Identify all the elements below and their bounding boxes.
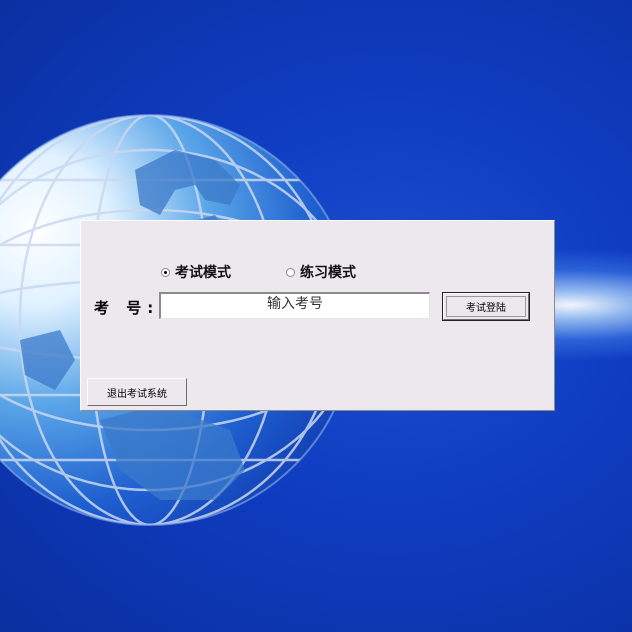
radio-unselected-icon[interactable] (286, 267, 295, 277)
exam-login-dialog: 考试模式 练习模式 考 号: 考试登陆 退出考试系统 (80, 220, 555, 411)
exam-login-button-face[interactable]: 考试登陆 (446, 296, 526, 317)
exit-button-label: 退出考试系统 (107, 388, 167, 400)
exam-id-label: 考 号: (94, 299, 160, 317)
exam-login-button[interactable]: 考试登陆 (442, 292, 530, 321)
radio-selected-icon[interactable] (161, 267, 170, 277)
practice-mode-option[interactable]: 练习模式 (286, 262, 356, 282)
exam-login-button-label: 考试登陆 (466, 303, 506, 314)
exam-id-input[interactable] (159, 292, 430, 319)
exam-mode-label: 考试模式 (175, 265, 231, 281)
exam-mode-option[interactable]: 考试模式 (161, 262, 231, 282)
practice-mode-label: 练习模式 (300, 265, 356, 281)
exit-exam-system-button[interactable]: 退出考试系统 (87, 378, 187, 406)
